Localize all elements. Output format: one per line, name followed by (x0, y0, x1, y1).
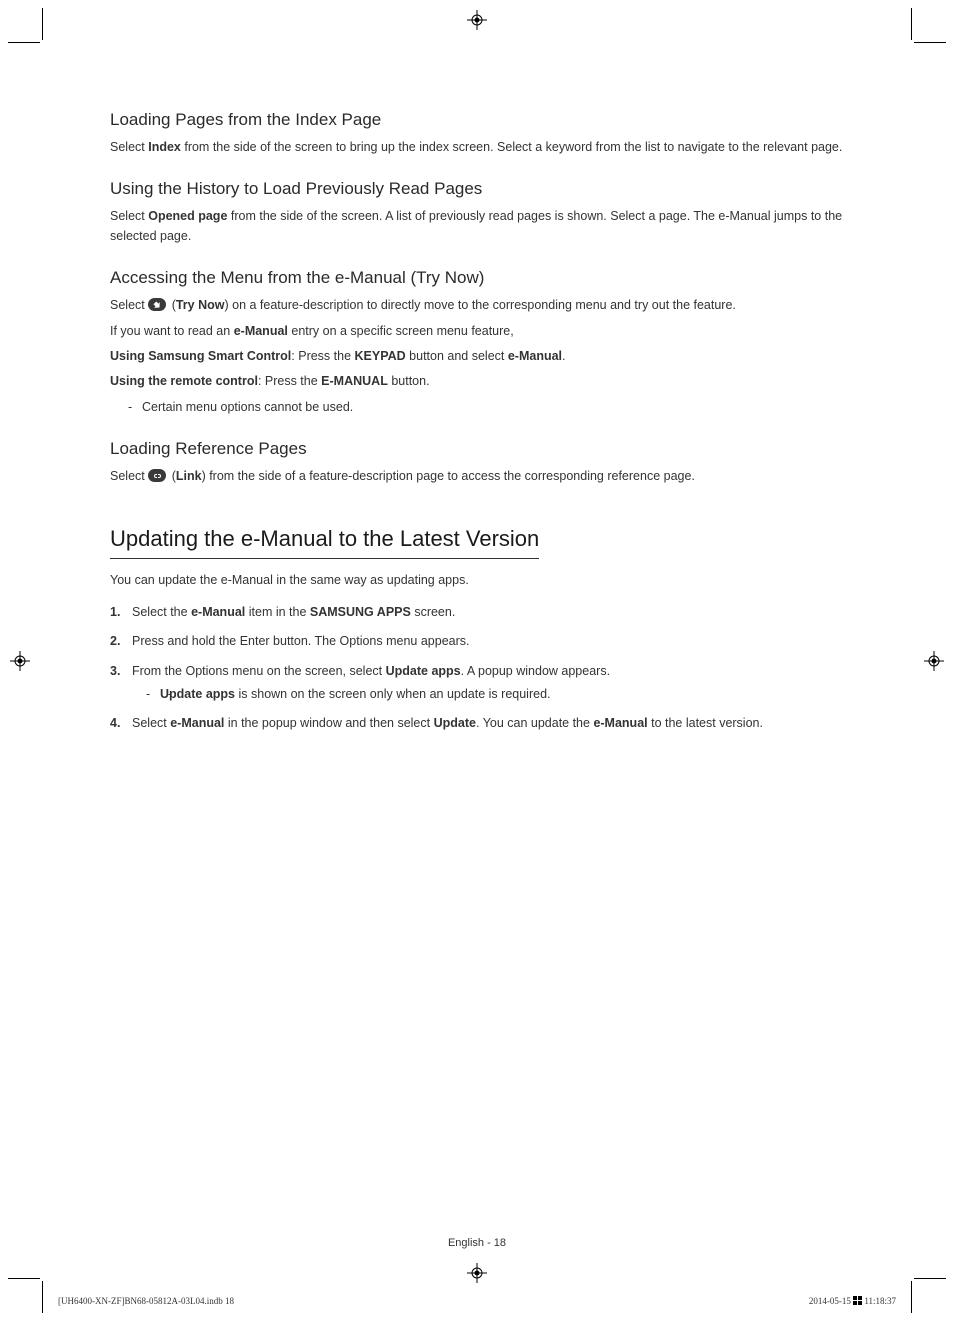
bold-term: Using the remote control (110, 374, 258, 388)
section-body: Select Opened page from the side of the … (110, 207, 844, 246)
text: : Press the (291, 349, 354, 363)
text: item in the (245, 605, 310, 619)
section-heading-reference: Loading Reference Pages (110, 439, 844, 459)
bold-term: Using Samsung Smart Control (110, 349, 291, 363)
bold-term: e-Manual (508, 349, 562, 363)
step-item: Select e-Manual in the popup window and … (110, 714, 844, 733)
bold-term: e-Manual (191, 605, 245, 619)
section-heading-menu: Accessing the Menu from the e-Manual (Tr… (110, 268, 844, 288)
section-body: Using the remote control: Press the E-MA… (110, 372, 844, 391)
step-item: Press and hold the Enter button. The Opt… (110, 632, 844, 651)
crop-mark (911, 8, 912, 40)
crop-mark (914, 42, 946, 43)
crop-mark (42, 1281, 43, 1313)
text: Select (132, 716, 170, 730)
page-footer-left: [UH6400-XN-ZF]BN68-05812A-03L04.indb 18 (58, 1296, 234, 1306)
section-heading-history: Using the History to Load Previously Rea… (110, 179, 844, 199)
bold-term: e-Manual (234, 324, 288, 338)
section-body: Select Index from the side of the screen… (110, 138, 844, 157)
bold-term: Link (176, 469, 202, 483)
intro-text: You can update the e-Manual in the same … (110, 571, 844, 590)
bold-term: Update apps (386, 664, 461, 678)
registration-mark-icon (467, 1263, 487, 1283)
text: in the popup window and then select (224, 716, 433, 730)
bold-term: e-Manual (170, 716, 224, 730)
step-item: From the Options menu on the screen, sel… (110, 662, 844, 705)
page-footer-center: English - 18 (0, 1237, 954, 1249)
crop-mark (8, 42, 40, 43)
bold-term: Index (148, 140, 181, 154)
link-icon (148, 469, 166, 482)
sub-note: - Update apps is shown on the screen onl… (132, 685, 844, 704)
text: screen. (411, 605, 455, 619)
text: ) on a feature-description to directly m… (224, 298, 735, 312)
text: . A popup window appears. (461, 664, 610, 678)
page-content: Loading Pages from the Index Page Select… (110, 110, 844, 744)
page-footer-right: 2014-05-15 11:18:37 (809, 1296, 896, 1306)
steps-list: Select the e-Manual item in the SAMSUNG … (110, 603, 844, 734)
registration-mark-icon (924, 651, 944, 671)
footer-date: 2014-05-15 (809, 1296, 853, 1306)
section-body: Select (Try Now) on a feature-descriptio… (110, 296, 844, 315)
bold-term: Try Now (176, 298, 225, 312)
bold-term: Opened page (148, 209, 227, 223)
text: . You can update the (476, 716, 593, 730)
text: Select (110, 469, 148, 483)
text: Select (110, 140, 148, 154)
section-body: If you want to read an e-Manual entry on… (110, 322, 844, 341)
bold-term: KEYPAD (355, 349, 406, 363)
note-item: Certain menu options cannot be used. (110, 398, 844, 417)
main-heading-update: Updating the e-Manual to the Latest Vers… (110, 526, 539, 559)
text: Select the (132, 605, 191, 619)
bold-term: Update apps (160, 687, 235, 701)
bold-term: e-Manual (593, 716, 647, 730)
text: : Press the (258, 374, 321, 388)
section-heading-index: Loading Pages from the Index Page (110, 110, 844, 130)
crop-mark (8, 1278, 40, 1279)
section-body: Select (Link) from the side of a feature… (110, 467, 844, 486)
crop-mark (911, 1281, 912, 1313)
text: If you want to read an (110, 324, 234, 338)
try-now-icon (148, 298, 166, 311)
crop-mark (914, 1278, 946, 1279)
text: From the Options menu on the screen, sel… (132, 664, 386, 678)
registration-mark-icon (467, 10, 487, 30)
registration-mark-icon (10, 651, 30, 671)
text: button and select (406, 349, 508, 363)
text: Select (110, 298, 148, 312)
text: from the side of the screen to bring up … (181, 140, 842, 154)
section-body: Using Samsung Smart Control: Press the K… (110, 347, 844, 366)
text: to the latest version. (648, 716, 763, 730)
text: button. (388, 374, 430, 388)
text: . (562, 349, 565, 363)
text: Select (110, 209, 148, 223)
text: is shown on the screen only when an upda… (235, 687, 550, 701)
crop-mark (42, 8, 43, 40)
bold-term: E-MANUAL (321, 374, 388, 388)
text: entry on a specific screen menu feature, (288, 324, 514, 338)
step-item: Select the e-Manual item in the SAMSUNG … (110, 603, 844, 622)
text: Press and hold the Enter button. The Opt… (132, 634, 469, 648)
bold-term: SAMSUNG APPS (310, 605, 411, 619)
bold-term: Update (434, 716, 476, 730)
text: ) from the side of a feature-description… (202, 469, 695, 483)
footer-time: 11:18:37 (864, 1296, 896, 1306)
